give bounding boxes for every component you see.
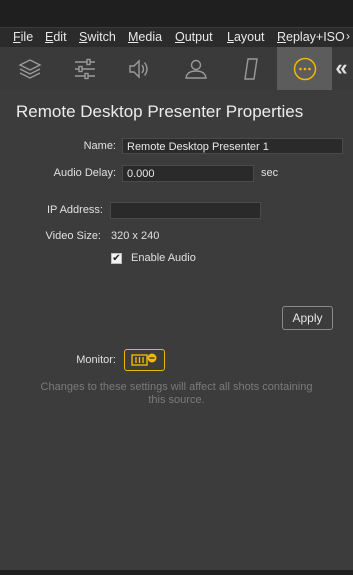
more-options-icon[interactable] — [277, 47, 332, 90]
monitor-button[interactable] — [124, 349, 165, 371]
menu-output-mnemonic: O — [175, 30, 185, 44]
menu-edit-label: dit — [53, 30, 67, 44]
sliders-icon[interactable] — [59, 47, 110, 90]
apply-button[interactable]: Apply — [282, 306, 333, 330]
menu-switch-label: witch — [87, 30, 116, 44]
window-top-strip — [0, 0, 353, 27]
menu-media[interactable]: Media — [128, 30, 162, 44]
audio-delay-unit: sec — [261, 167, 279, 179]
menu-media-mnemonic: M — [128, 30, 139, 44]
menu-edit[interactable]: Edit — [45, 30, 67, 44]
enable-audio-checkbox[interactable]: ✔ — [111, 253, 122, 264]
menu-overflow-icon[interactable]: › — [346, 29, 350, 43]
ip-address-field[interactable] — [110, 202, 261, 219]
menu-file-label: ile — [20, 30, 34, 44]
menu-replay-iso-label: eplay+ISO — [286, 30, 345, 44]
menu-file[interactable]: File — [13, 30, 33, 44]
menu-output[interactable]: Output — [175, 30, 213, 44]
property-toolbar: « — [0, 47, 353, 90]
menu-layout-mnemonic: L — [227, 30, 234, 44]
page-title: Remote Desktop Presenter Properties — [16, 102, 304, 121]
ip-address-label: IP Address: — [46, 204, 103, 216]
menu-switch[interactable]: Switch — [79, 30, 116, 44]
monitor-label: Monitor: — [76, 354, 116, 366]
menu-replay-iso-mnemonic: R — [277, 30, 287, 44]
menu-bar: File Edit Switch Media Output Layout Rep… — [0, 27, 353, 48]
settings-note: Changes to these settings will affect al… — [40, 381, 313, 406]
menu-output-label: utput — [184, 30, 213, 44]
video-size-label: Video Size: — [45, 230, 101, 242]
menu-layout-label: ayout — [233, 30, 265, 44]
video-size-value: 320 x 240 — [111, 230, 160, 242]
monitor-icon — [130, 353, 156, 366]
slash-card-icon[interactable] — [225, 47, 276, 90]
audio-delay-label: Audio Delay: — [53, 167, 116, 179]
menu-replay-iso[interactable]: Replay+ISO — [277, 30, 345, 44]
name-label: Name: — [83, 140, 116, 152]
window-bottom-strip — [0, 570, 353, 575]
layers-icon[interactable] — [4, 47, 55, 90]
speaker-icon[interactable] — [113, 47, 164, 90]
collapse-panel-icon[interactable]: « — [330, 55, 353, 80]
name-field[interactable]: Remote Desktop Presenter 1 — [122, 138, 343, 154]
menu-file-mnemonic: F — [13, 30, 21, 44]
properties-panel: Remote Desktop Presenter Properties Name… — [0, 90, 353, 570]
person-icon[interactable] — [170, 47, 221, 90]
audio-delay-field[interactable]: 0.000 — [122, 165, 254, 182]
menu-layout[interactable]: Layout — [227, 30, 265, 44]
menu-media-label: edia — [138, 30, 163, 44]
enable-audio-label: Enable Audio — [131, 252, 196, 264]
